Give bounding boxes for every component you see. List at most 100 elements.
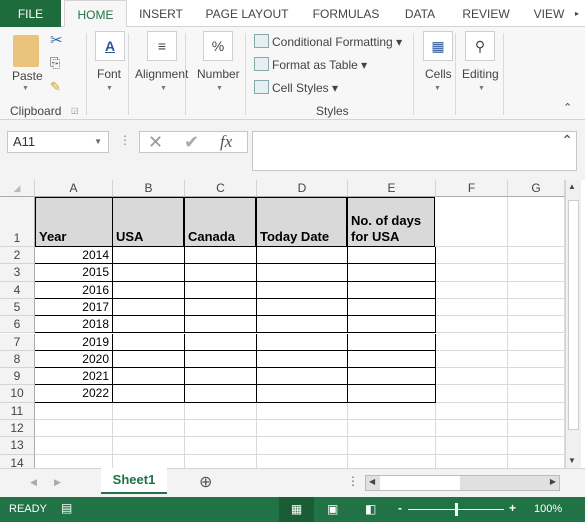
cell-A9[interactable]: 2021 bbox=[35, 368, 113, 386]
scroll-right-icon[interactable]: ▶ bbox=[550, 477, 556, 486]
cell-B9[interactable] bbox=[113, 368, 185, 386]
cell-B4[interactable] bbox=[113, 281, 185, 299]
cell-C12[interactable] bbox=[185, 420, 257, 438]
zoom-level[interactable]: 100% bbox=[534, 503, 562, 515]
cell-F12[interactable] bbox=[436, 420, 508, 438]
cell-D13[interactable] bbox=[257, 437, 348, 455]
scroll-up-icon[interactable]: ▲ bbox=[568, 182, 576, 191]
cell-D12[interactable] bbox=[257, 420, 348, 438]
cell-E4[interactable] bbox=[348, 281, 436, 299]
cell-G10[interactable] bbox=[508, 385, 565, 403]
cell-A1[interactable]: Year bbox=[35, 197, 113, 247]
cell-E3[interactable] bbox=[348, 264, 436, 282]
paste-icon[interactable] bbox=[13, 35, 39, 67]
column-header-A[interactable]: A bbox=[35, 180, 113, 197]
tab-page-layout[interactable]: PAGE LAYOUT bbox=[198, 0, 296, 27]
cell-C6[interactable] bbox=[185, 316, 257, 334]
cell-B10[interactable] bbox=[113, 385, 185, 403]
cell-A4[interactable]: 2016 bbox=[35, 281, 113, 299]
alignment-icon[interactable]: ≡ bbox=[147, 31, 177, 61]
vertical-scrollbar[interactable]: ▲ ▼ bbox=[565, 180, 581, 468]
cell-D2[interactable] bbox=[257, 247, 348, 265]
cell-F11[interactable] bbox=[436, 402, 508, 420]
cell-A2[interactable]: 2014 bbox=[35, 247, 113, 265]
cell-D3[interactable] bbox=[257, 264, 348, 282]
sheet-tab-sheet1[interactable]: Sheet1 bbox=[101, 468, 167, 494]
cell-G1[interactable] bbox=[508, 197, 565, 247]
cell-A8[interactable]: 2020 bbox=[35, 350, 113, 369]
cell-F8[interactable] bbox=[436, 350, 508, 369]
zoom-in-button[interactable]: + bbox=[509, 501, 516, 515]
cell-E13[interactable] bbox=[348, 437, 436, 455]
name-box[interactable]: A11 ▼ bbox=[7, 131, 109, 153]
cell-F5[interactable] bbox=[436, 298, 508, 317]
cell-G2[interactable] bbox=[508, 247, 565, 265]
cell-E10[interactable] bbox=[348, 385, 436, 403]
cell-C1[interactable]: Canada bbox=[184, 197, 256, 247]
cell-B7[interactable] bbox=[113, 333, 185, 351]
cell-A5[interactable]: 2017 bbox=[35, 298, 113, 317]
scroll-right-icon[interactable]: ▸ bbox=[572, 0, 582, 27]
cell-F3[interactable] bbox=[436, 264, 508, 282]
cell-G13[interactable] bbox=[508, 437, 565, 455]
cell-G7[interactable] bbox=[508, 333, 565, 351]
cell-C7[interactable] bbox=[185, 333, 257, 351]
cell-G4[interactable] bbox=[508, 281, 565, 299]
format-as-table-button[interactable]: Format as Table ▾ bbox=[272, 58, 367, 72]
column-header-G[interactable]: G bbox=[508, 180, 565, 197]
font-button[interactable]: Font bbox=[97, 67, 121, 81]
cut-icon[interactable]: ✂ bbox=[50, 31, 63, 49]
cell-E5[interactable] bbox=[348, 298, 436, 317]
cell-G8[interactable] bbox=[508, 350, 565, 369]
cell-F4[interactable] bbox=[436, 281, 508, 299]
font-icon[interactable]: A bbox=[95, 31, 125, 61]
column-header-B[interactable]: B bbox=[113, 180, 185, 197]
cell-A6[interactable]: 2018 bbox=[35, 316, 113, 334]
cell-F1[interactable] bbox=[436, 197, 508, 247]
cell-D9[interactable] bbox=[257, 368, 348, 386]
cell-E11[interactable] bbox=[348, 402, 436, 420]
cell-G9[interactable] bbox=[508, 368, 565, 386]
cell-C3[interactable] bbox=[185, 264, 257, 282]
column-header-D[interactable]: D bbox=[257, 180, 348, 197]
cell-C4[interactable] bbox=[185, 281, 257, 299]
cell-E6[interactable] bbox=[348, 316, 436, 334]
cell-F9[interactable] bbox=[436, 368, 508, 386]
row-header-8[interactable]: 8 bbox=[0, 350, 35, 369]
cell-F6[interactable] bbox=[436, 316, 508, 334]
formula-input[interactable]: ⌃ bbox=[252, 131, 577, 171]
zoom-slider-thumb[interactable] bbox=[455, 503, 458, 516]
row-header-2[interactable]: 2 bbox=[0, 247, 35, 265]
horizontal-scrollbar[interactable]: ◀ ▶ bbox=[365, 475, 560, 491]
scroll-thumb[interactable] bbox=[568, 200, 579, 430]
cell-F7[interactable] bbox=[436, 333, 508, 351]
cell-E8[interactable] bbox=[348, 350, 436, 369]
cell-B1[interactable]: USA bbox=[112, 197, 184, 247]
scroll-thumb[interactable] bbox=[380, 476, 460, 490]
format-painter-icon[interactable]: ✎ bbox=[50, 79, 61, 95]
cell-B12[interactable] bbox=[113, 420, 185, 438]
row-header-13[interactable]: 13 bbox=[0, 437, 35, 455]
tab-data[interactable]: DATA bbox=[398, 0, 442, 27]
tab-file[interactable]: FILE bbox=[0, 0, 61, 27]
cell-F10[interactable] bbox=[436, 385, 508, 403]
chevron-down-icon[interactable]: ▼ bbox=[22, 85, 29, 92]
cell-D11[interactable] bbox=[257, 402, 348, 420]
row-header-4[interactable]: 4 bbox=[0, 281, 35, 299]
enter-icon[interactable]: ✔ bbox=[184, 132, 199, 153]
new-sheet-icon[interactable]: ⊕ bbox=[199, 472, 212, 492]
cell-C13[interactable] bbox=[185, 437, 257, 455]
cell-D4[interactable] bbox=[257, 281, 348, 299]
cell-B2[interactable] bbox=[113, 247, 185, 265]
page-break-view-icon[interactable]: ◧ bbox=[365, 502, 376, 516]
cell-F13[interactable] bbox=[436, 437, 508, 455]
cell-B6[interactable] bbox=[113, 316, 185, 334]
cell-D6[interactable] bbox=[257, 316, 348, 334]
row-header-3[interactable]: 3 bbox=[0, 264, 35, 282]
tab-review[interactable]: REVIEW bbox=[458, 0, 514, 27]
cell-D5[interactable] bbox=[257, 298, 348, 317]
row-header-7[interactable]: 7 bbox=[0, 333, 35, 351]
column-header-C[interactable]: C bbox=[185, 180, 257, 197]
cell-C8[interactable] bbox=[185, 350, 257, 369]
cell-B3[interactable] bbox=[113, 264, 185, 282]
